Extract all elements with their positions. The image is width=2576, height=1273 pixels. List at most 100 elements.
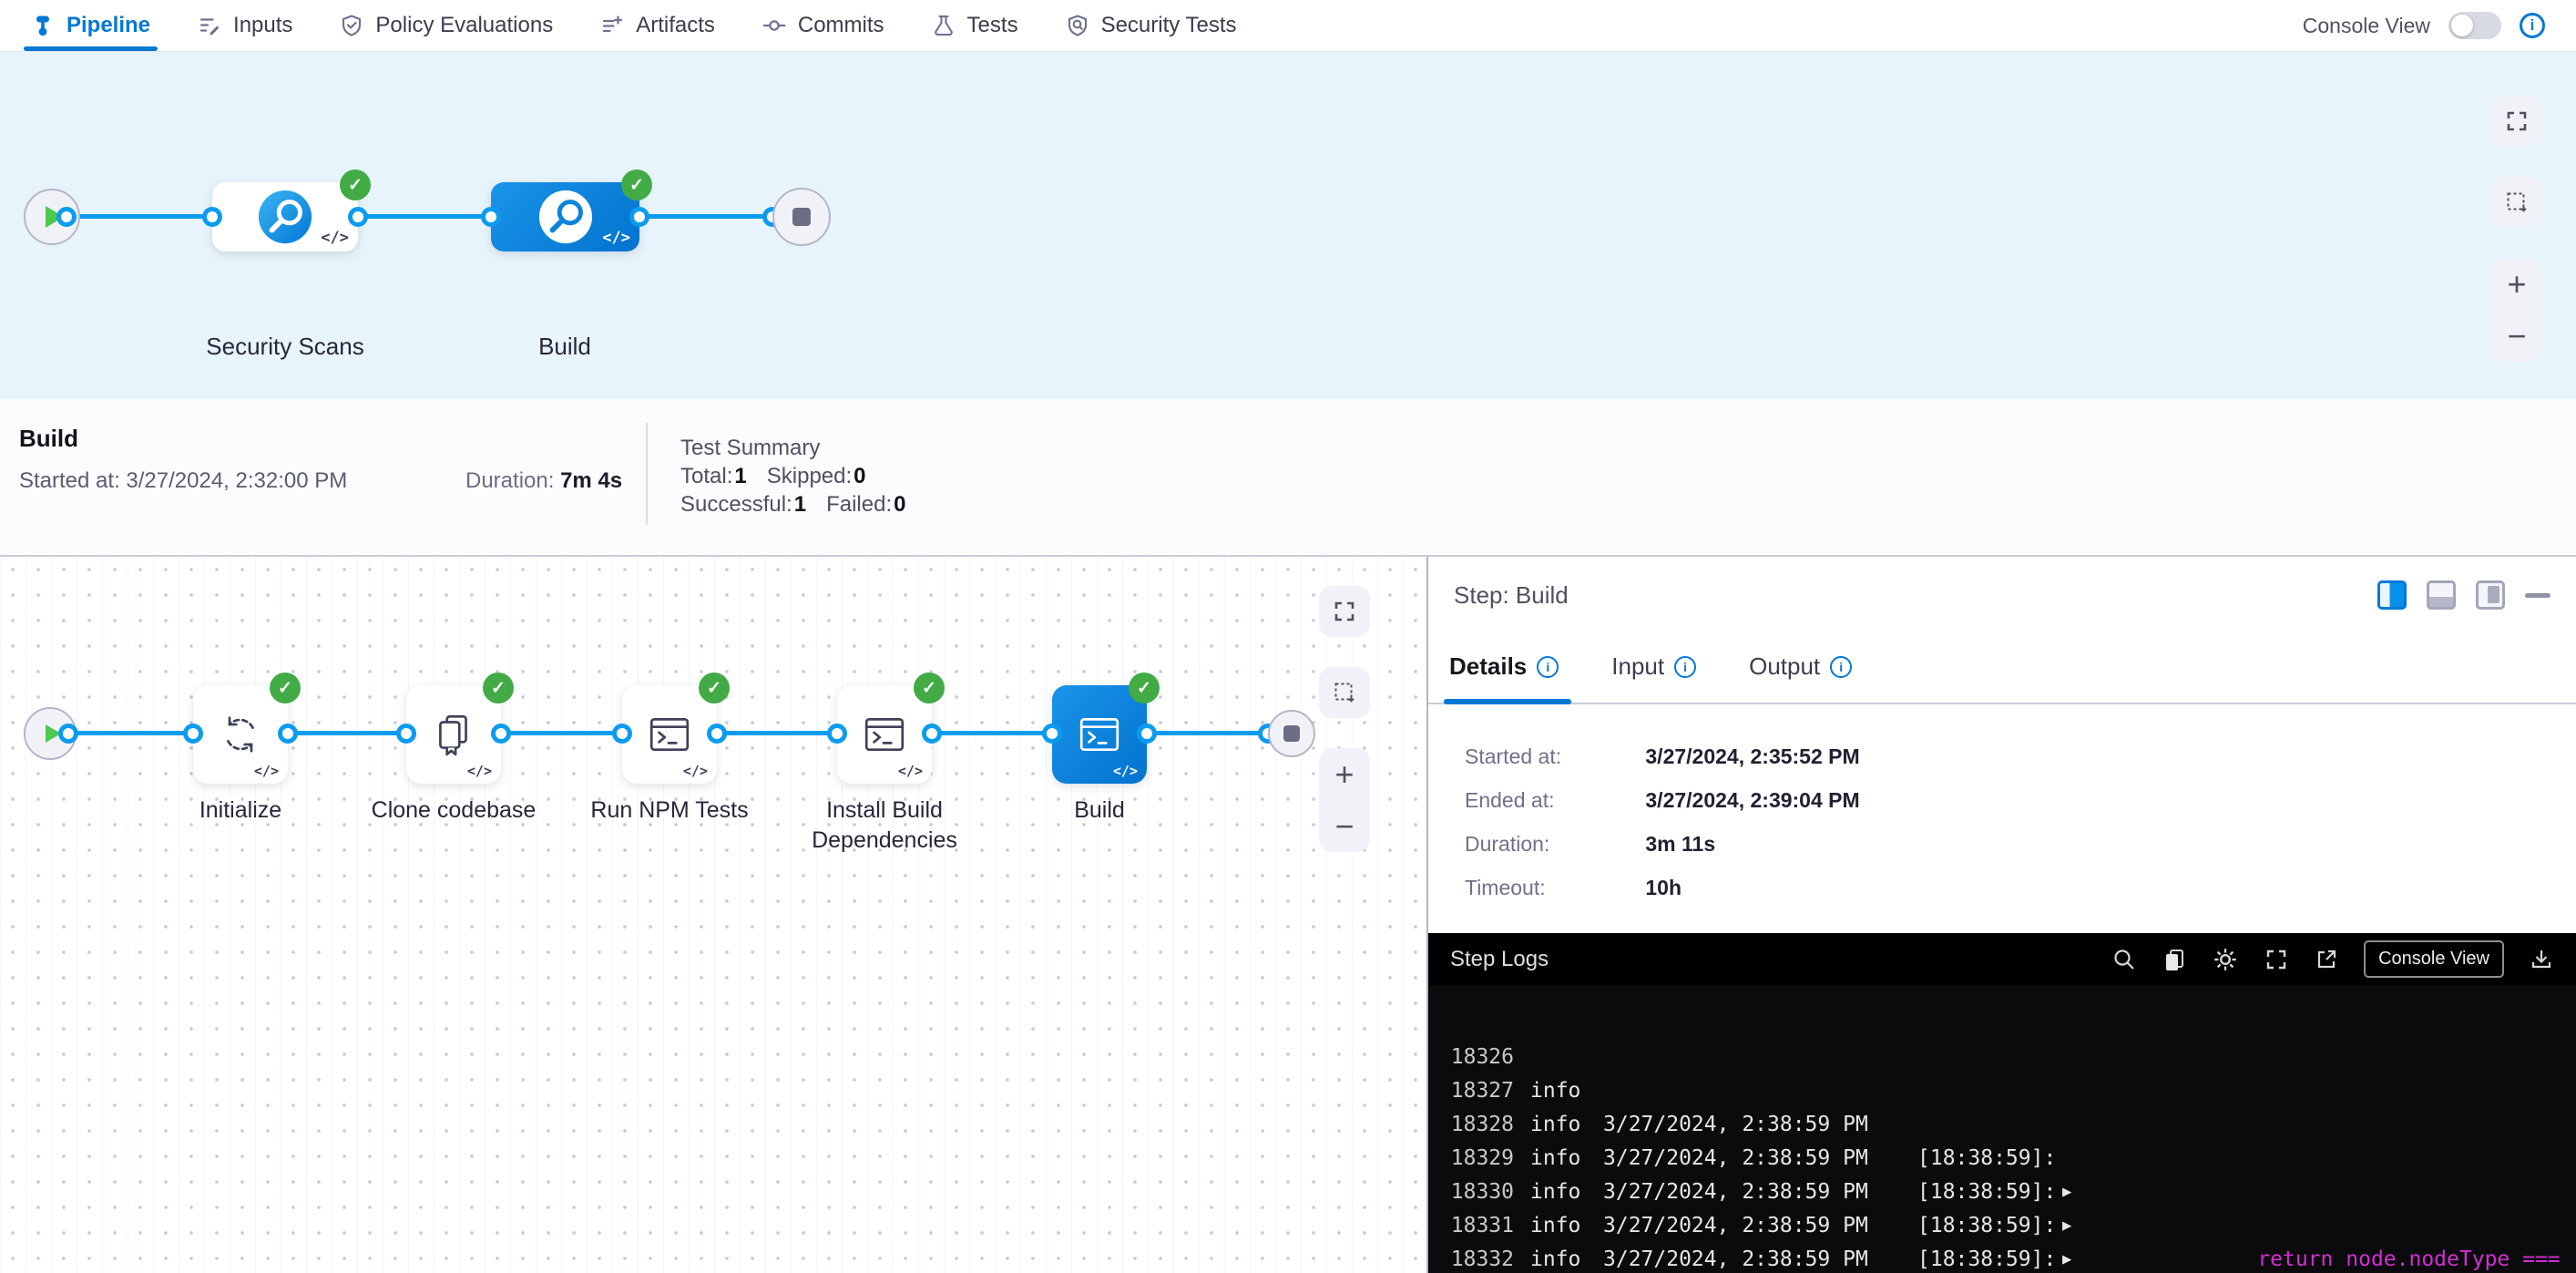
successful-value: 1: [794, 492, 806, 517]
fullscreen-icon: [1332, 599, 1357, 624]
log-row[interactable]: 18333 info 3/27/2024, 2:38:59 PM [18:38:…: [1428, 1243, 2576, 1273]
detail-value: 3/27/2024, 2:35:52 PM: [1645, 744, 1859, 768]
step-execution-canvas[interactable]: ✓ </> Initialize ✓ </> Clone codebase ✓ …: [0, 557, 1428, 1273]
info-icon[interactable]: i: [1830, 656, 1852, 678]
zoom-in-button[interactable]: +: [1319, 748, 1370, 800]
log-settings-button[interactable]: [2212, 946, 2239, 973]
step-logs-header: Step Logs Conso: [1428, 933, 2576, 985]
detail-value: 3m 11s: [1645, 832, 1715, 856]
zoom-controls: + −: [2491, 258, 2542, 362]
code-glyph: </>: [254, 763, 279, 779]
stage-label[interactable]: Build: [463, 333, 667, 361]
copy-icon: [2162, 947, 2187, 972]
stage-started-at: Started at: 3/27/2024, 2:32:00 PM: [19, 468, 347, 494]
log-row[interactable]: 18327 info 3/27/2024, 2:38:59 PM [18:38:…: [1428, 1041, 2576, 1074]
layout-bottom-view-icon[interactable]: [2427, 580, 2456, 610]
step-logs-title: Step Logs: [1450, 947, 1549, 972]
layout-right-view-icon[interactable]: [2476, 580, 2505, 610]
tab-output[interactable]: Output i: [1749, 652, 1852, 703]
log-row[interactable]: 18328 info 3/27/2024, 2:38:59 PM [18:38:…: [1428, 1074, 2576, 1108]
open-logs-external-button[interactable]: [2314, 947, 2339, 972]
tab-security-tests[interactable]: Security Tests: [1066, 0, 1237, 51]
copy-logs-button[interactable]: [2162, 947, 2187, 972]
download-icon: [2529, 947, 2554, 972]
stage-edge: [52, 214, 802, 219]
step-panel-tabs: Details i Input i Output i: [1428, 633, 2576, 704]
build-stage-icon: [537, 189, 594, 245]
port: [612, 724, 632, 744]
pipeline-execution-page: Pipeline Inputs Policy Evaluations Artif…: [0, 0, 2576, 1273]
toggle-knob: [2451, 15, 2473, 36]
stage-label[interactable]: Security Scans: [183, 333, 387, 361]
duration-value: 7m 4s: [560, 468, 622, 493]
download-logs-button[interactable]: [2529, 947, 2554, 972]
tab-label: Details: [1449, 652, 1527, 681]
pipeline-stage-canvas[interactable]: ✓ </> Security Scans ✓ </> Build +: [0, 52, 2576, 399]
step-node-build[interactable]: ✓ </>: [1052, 685, 1147, 784]
info-icon[interactable]: i: [2520, 13, 2545, 38]
shield-check-icon: [340, 14, 363, 37]
step-canvas-controls: + −: [1319, 586, 1370, 852]
tab-label: Output: [1749, 652, 1820, 681]
step-label[interactable]: Build: [990, 796, 1209, 826]
tab-commits[interactable]: Commits: [762, 0, 884, 51]
step-node-initialize[interactable]: ✓ </>: [193, 685, 288, 784]
port: [348, 207, 368, 227]
step-label[interactable]: Install Build Dependencies: [775, 796, 994, 856]
fullscreen-button[interactable]: [1319, 586, 1370, 637]
tab-inputs[interactable]: Inputs: [198, 0, 292, 51]
log-row[interactable]: 18332 info 3/27/2024, 2:38:59 PM [18:38:…: [1428, 1209, 2576, 1243]
pipeline-icon: [31, 14, 55, 37]
search-logs-button[interactable]: [2111, 947, 2137, 972]
zoom-out-button[interactable]: −: [2491, 310, 2542, 362]
terminal-icon: [647, 712, 692, 757]
step-node-install-build-dependencies[interactable]: ✓ </>: [837, 685, 932, 784]
step-label[interactable]: Run NPM Tests: [560, 796, 779, 826]
failed-value: 0: [894, 492, 905, 517]
log-row[interactable]: 18326 info 3/27/2024, 2:38:59 PM [18:38:…: [1428, 1007, 2576, 1041]
top-nav: Pipeline Inputs Policy Evaluations Artif…: [0, 0, 2576, 52]
select-region-button[interactable]: [1319, 667, 1370, 718]
tab-tests[interactable]: Tests: [932, 0, 1018, 51]
log-row[interactable]: 18331 info 3/27/2024, 2:38:59 PM [18:38:…: [1428, 1175, 2576, 1209]
console-view-button[interactable]: Console View: [2364, 940, 2504, 978]
fullscreen-button[interactable]: [2491, 96, 2542, 147]
step-node-clone-codebase[interactable]: ✓ </>: [406, 685, 501, 784]
step-label[interactable]: Initialize: [131, 796, 350, 826]
tab-label: Inputs: [233, 13, 292, 38]
stage-end-node[interactable]: [1268, 710, 1315, 757]
search-icon: [2111, 947, 2137, 972]
skipped-label: Skipped:: [767, 464, 852, 488]
tab-label: Policy Evaluations: [375, 13, 553, 38]
tab-details[interactable]: Details i: [1449, 652, 1559, 703]
zoom-in-button[interactable]: +: [2491, 258, 2542, 310]
tab-artifacts[interactable]: Artifacts: [600, 0, 715, 51]
detail-label: Duration:: [1465, 832, 1640, 857]
step-node-run-npm-tests[interactable]: ✓ </>: [622, 685, 717, 784]
stage-node-security-scans[interactable]: ✓ </>: [212, 182, 358, 252]
successful-label: Successful:: [680, 492, 792, 517]
log-row[interactable]: 18329 info 3/27/2024, 2:38:59 PM [18:38:…: [1428, 1108, 2576, 1142]
select-region-button[interactable]: [2491, 177, 2542, 228]
detail-row: Started at: 3/27/2024, 2:35:52 PM: [1465, 744, 2576, 769]
log-row[interactable]: 18330 info 3/27/2024, 2:38:59 PM [18:38:…: [1428, 1142, 2576, 1175]
stage-title: Build: [19, 425, 78, 453]
minimize-panel-button[interactable]: [2525, 593, 2550, 598]
port: [202, 207, 222, 227]
fullscreen-logs-button[interactable]: [2264, 947, 2289, 972]
stage-node-build[interactable]: ✓ </>: [491, 182, 639, 252]
zoom-out-button[interactable]: −: [1319, 800, 1370, 852]
stage-canvas-controls: + −: [2491, 96, 2542, 362]
step-label[interactable]: Clone codebase: [344, 796, 563, 826]
console-view-toggle[interactable]: [2448, 12, 2501, 39]
test-summary-row: Successful: 1Failed: 0: [680, 490, 906, 518]
pipeline-end-node[interactable]: [772, 188, 831, 246]
detail-row: Ended at: 3/27/2024, 2:39:04 PM: [1465, 788, 2576, 813]
info-icon[interactable]: i: [1674, 656, 1696, 678]
stop-icon: [792, 208, 811, 226]
tab-pipeline[interactable]: Pipeline: [31, 0, 150, 51]
info-icon[interactable]: i: [1537, 656, 1559, 678]
layout-split-view-icon[interactable]: [2377, 580, 2407, 610]
tab-policy-evaluations[interactable]: Policy Evaluations: [340, 0, 553, 51]
tab-input[interactable]: Input i: [1611, 652, 1696, 703]
